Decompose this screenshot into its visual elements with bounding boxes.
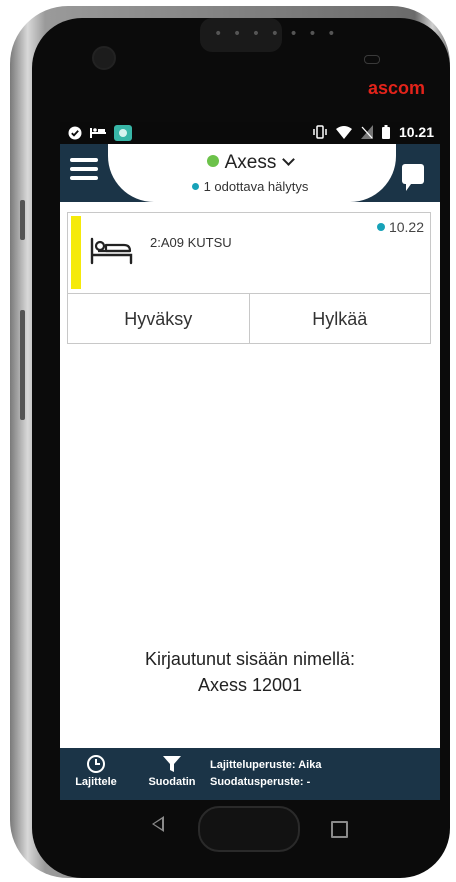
filter-criteria: Suodatusperuste: - [210, 776, 311, 788]
login-user: Axess 12001 [197, 675, 303, 695]
front-camera [92, 46, 116, 70]
alarm-title: 2:A09 KUTSU [150, 235, 232, 250]
sort-button[interactable]: Lajittele [70, 754, 122, 788]
sort-filter-info: Lajitteluperuste: Aika Suodatusperuste: … [210, 757, 321, 791]
recents-icon[interactable] [331, 821, 348, 838]
alarm-priority-strip [71, 216, 81, 289]
battery-icon [381, 125, 390, 139]
clock-icon [87, 755, 105, 773]
status-bar: 10.21 [60, 122, 440, 144]
status-time: 10.21 [398, 124, 434, 140]
pending-alarms: 1 odottava hälytys [60, 179, 440, 194]
sort-label: Lajittele [75, 776, 117, 788]
alarm-time-label: 10.22 [388, 219, 424, 235]
chat-icon[interactable] [402, 164, 424, 191]
status-left-icons [68, 125, 132, 141]
brand-logo: ascom [368, 78, 426, 98]
home-button[interactable] [198, 806, 300, 852]
back-icon[interactable] [152, 816, 164, 832]
status-right-icons: 10.21 [313, 124, 434, 140]
filter-button[interactable]: Suodatin [144, 754, 200, 788]
pending-dot [191, 183, 199, 190]
volume-button[interactable] [20, 310, 25, 420]
alarm-actions: Hyväksy Hylkää [68, 293, 430, 344]
accept-button[interactable]: Hyväksy [68, 294, 249, 344]
sort-criteria: Lajitteluperuste: Aika [210, 759, 322, 771]
filter-icon [163, 756, 181, 772]
speaker-dots: • • • • • • • [214, 26, 337, 42]
reject-button[interactable]: Hylkää [248, 294, 431, 344]
no-sim-icon [360, 125, 373, 139]
filter-label: Suodatin [148, 776, 196, 788]
login-label: Kirjautunut sisään nimellä: [144, 649, 356, 669]
app-header: Axess 1 odottava hälytys [60, 144, 440, 202]
proximity-sensor [364, 55, 380, 64]
screen: 10.21 Axess 1 odottava hälytys 2:A09 KUT… [60, 122, 440, 800]
volume-up-button[interactable] [20, 200, 25, 240]
check-circle-icon [68, 126, 82, 140]
login-info: Kirjautunut sisään nimellä: Axess 12001 [60, 646, 440, 698]
pending-text: 1 odottava hälytys [203, 179, 309, 194]
alarm-time: 10.22 [376, 219, 424, 235]
alarm-time-dot [376, 223, 385, 231]
bottom-bar: Lajittele Suodatin Lajitteluperuste: Aik… [60, 748, 440, 800]
bed-icon [90, 128, 106, 138]
vibrate-icon [313, 125, 327, 139]
wifi-icon [335, 125, 352, 139]
alarm-card[interactable]: 2:A09 KUTSU 10.22 Hyväksy Hylkää [67, 212, 431, 344]
app-icon [114, 125, 132, 141]
profile-selector[interactable]: Axess [60, 152, 440, 174]
profile-status-dot [206, 155, 219, 167]
chevron-down-icon [282, 153, 296, 166]
profile-name: Axess [224, 152, 277, 173]
patient-bed-icon [90, 237, 133, 265]
